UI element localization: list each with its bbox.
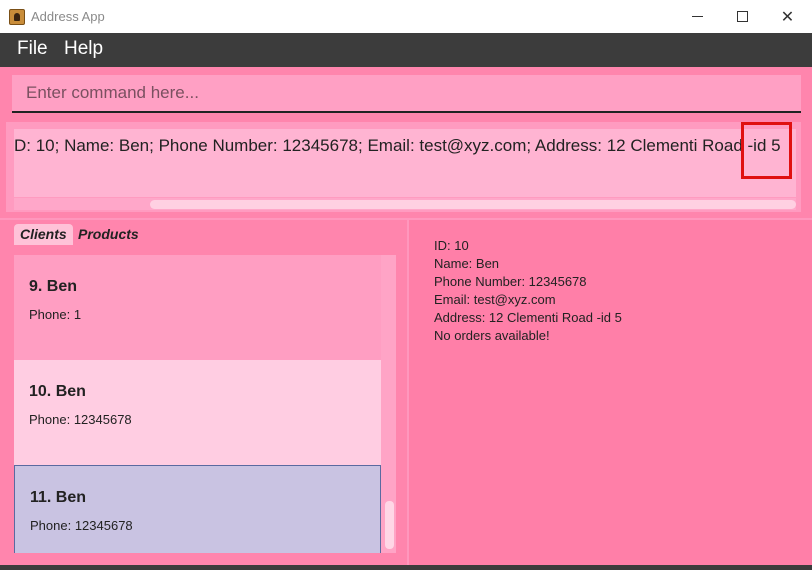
client-card-selected[interactable]: 11. Ben Phone: 12345678 <box>14 465 381 553</box>
command-input[interactable] <box>12 75 801 111</box>
minimize-button[interactable] <box>675 0 720 33</box>
detail-phone: Phone Number: 12345678 <box>434 274 587 289</box>
client-phone: Phone: 12345678 <box>30 518 133 533</box>
client-name: 11. Ben <box>30 489 87 506</box>
window-bottom-border <box>0 565 812 570</box>
detail-id: ID: 10 <box>434 238 469 253</box>
main-area: D: 10; Name: Ben; Phone Number: 12345678… <box>0 67 812 565</box>
client-list: 9. Ben Phone: 1 10. Ben Phone: 12345678 … <box>14 255 396 553</box>
menu-bar: File Help <box>0 33 812 67</box>
result-scrollbar-thumb[interactable] <box>150 200 796 209</box>
close-icon: ✕ <box>780 6 795 26</box>
client-phone: Phone: 1 <box>29 307 82 322</box>
result-panel: D: 10; Name: Ben; Phone Number: 12345678… <box>6 122 801 212</box>
client-list-scrollbar-thumb[interactable] <box>385 501 394 549</box>
menu-help[interactable]: Help <box>64 38 103 60</box>
client-card[interactable]: 10. Ben Phone: 12345678 <box>14 360 381 465</box>
client-name: 10. Ben <box>29 383 86 400</box>
client-card[interactable]: 9. Ben Phone: 1 <box>14 255 381 360</box>
highlight-annotation <box>741 122 792 179</box>
client-list-scrollbar[interactable] <box>381 255 396 553</box>
detail-address: Address: 12 Clementi Road -id 5 <box>434 310 622 325</box>
result-text: D: 10; Name: Ben; Phone Number: 12345678… <box>14 136 781 155</box>
close-button[interactable]: ✕ <box>765 0 810 33</box>
result-scrollbar[interactable] <box>14 198 796 210</box>
client-phone: Phone: 12345678 <box>29 412 132 427</box>
title-bar: Address App ✕ <box>0 0 812 33</box>
menu-file[interactable]: File <box>17 38 48 60</box>
maximize-button[interactable] <box>720 0 765 33</box>
tab-products[interactable]: Products <box>72 224 145 245</box>
result-display: D: 10; Name: Ben; Phone Number: 12345678… <box>14 129 796 197</box>
tab-clients[interactable]: Clients <box>14 224 73 245</box>
window-title: Address App <box>31 9 105 24</box>
address-book-icon <box>9 9 25 25</box>
client-detail-panel: ID: 10 Name: Ben Phone Number: 12345678 … <box>409 220 812 565</box>
detail-name: Name: Ben <box>434 256 500 271</box>
detail-email: Email: test@xyz.com <box>434 292 556 307</box>
client-name: 9. Ben <box>29 278 78 295</box>
maximize-icon <box>737 11 748 22</box>
minimize-icon <box>692 16 703 17</box>
command-box <box>12 75 801 113</box>
detail-orders: No orders available! <box>434 328 550 343</box>
client-list-panel: Clients Products 9. Ben Phone: 1 10. Ben… <box>0 220 407 565</box>
